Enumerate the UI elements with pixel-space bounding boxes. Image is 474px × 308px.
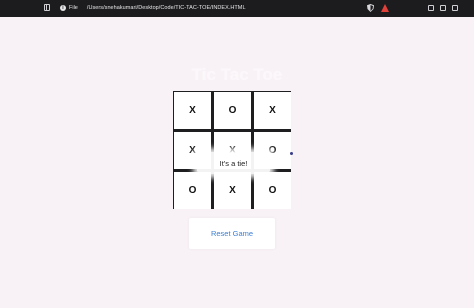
board-cell[interactable]: X [254,92,291,129]
browser-toolbar: i File /Users/snehakumari/Desktop/Code/T… [0,0,474,17]
info-icon[interactable]: i [60,4,66,11]
address-bar[interactable]: i File /Users/snehakumari/Desktop/Code/T… [44,4,246,11]
url-text[interactable]: /Users/snehakumari/Desktop/Code/TIC-TAC-… [87,5,246,11]
reset-game-button[interactable]: Reset Game [189,218,275,249]
sidebar-toggle-icon[interactable] [44,4,50,11]
shield-icon[interactable] [367,4,374,12]
page-title: Tic Tac Toe [191,65,283,84]
game-board: X O X X X O O X O [173,91,291,209]
board-cell[interactable]: O [174,172,211,209]
sidebar-panel-icon[interactable] [440,5,446,11]
file-label: File [69,4,78,11]
cursor-dot [290,152,293,155]
game-status-message: It's a tie! [197,152,270,174]
board-cell[interactable]: X [214,172,251,209]
board-cell[interactable]: X [174,92,211,129]
extensions-icon[interactable] [428,5,434,11]
brave-rewards-icon[interactable] [381,4,389,12]
board-cell[interactable]: O [214,92,251,129]
tabs-icon[interactable] [452,5,458,11]
board-cell[interactable]: O [254,172,291,209]
